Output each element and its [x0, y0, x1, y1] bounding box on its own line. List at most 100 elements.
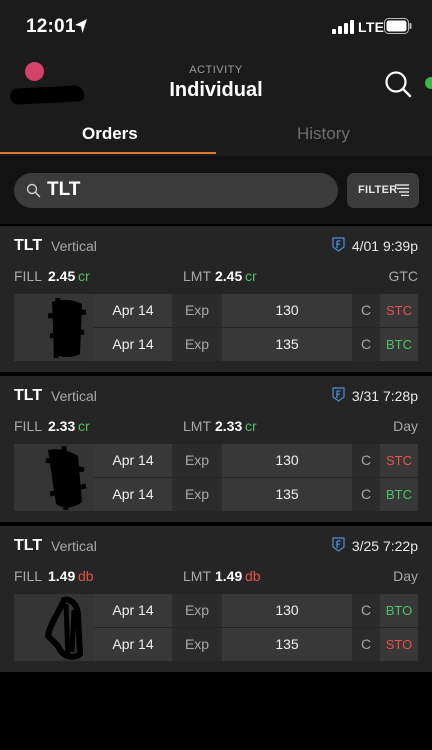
- fill-label: FILL: [14, 568, 43, 584]
- redaction-scribble: [44, 596, 84, 660]
- leg-strike: 130: [222, 444, 352, 477]
- limit-label: LMT: [183, 268, 211, 284]
- leg-exp-label: Exp: [172, 628, 222, 661]
- battery-icon: [384, 18, 412, 34]
- fill-price-type: cr: [78, 418, 90, 434]
- order-datetime: 4/01 9:39p: [351, 238, 418, 254]
- limit-label: LMT: [183, 568, 211, 584]
- leg-strike: 135: [222, 478, 352, 511]
- order-symbol: TLT: [14, 537, 43, 554]
- location-arrow-icon: [75, 19, 87, 33]
- time-in-force: Day: [393, 568, 418, 584]
- page-eyebrow: ACTIVITY: [189, 64, 243, 76]
- leg-exp-label: Exp: [172, 328, 222, 361]
- leg-row: Apr 14 Exp 135 C BTC: [94, 478, 418, 511]
- order-symbol: TLT: [14, 387, 43, 404]
- leg-option-type: C: [352, 294, 380, 327]
- search-field-icon: [26, 183, 41, 198]
- account-title[interactable]: Individual: [0, 79, 432, 102]
- limit-label: LMT: [183, 418, 211, 434]
- leg-action: BTC: [380, 478, 418, 511]
- order-card[interactable]: TLT Vertical 4/01 9:39p FILL 2.45 cr LMT…: [0, 226, 432, 372]
- leg-option-type: C: [352, 328, 380, 361]
- leg-action: STC: [380, 444, 418, 477]
- legs-quantity-cell: [14, 444, 94, 511]
- limit-price-type: db: [245, 568, 261, 584]
- network-type: LTE: [358, 19, 385, 35]
- filter-lines-icon: [395, 184, 409, 196]
- fill-price-type: cr: [78, 268, 90, 284]
- filter-button[interactable]: FILTER: [347, 173, 419, 208]
- leg-strike: 130: [222, 294, 352, 327]
- filled-badge-icon: [332, 537, 345, 552]
- leg-option-type: C: [352, 628, 380, 661]
- time-in-force: GTC: [388, 268, 418, 284]
- limit-price-type: cr: [245, 268, 257, 284]
- fill-label: FILL: [14, 268, 43, 284]
- order-strategy: Vertical: [51, 238, 97, 254]
- leg-action: STC: [380, 294, 418, 327]
- search-icon[interactable]: [384, 70, 412, 98]
- search-bar-row: TLT FILTER: [0, 156, 432, 224]
- time-in-force: Day: [393, 418, 418, 434]
- search-input[interactable]: TLT: [14, 173, 338, 208]
- fill-price: 1.49: [48, 568, 76, 584]
- leg-action: BTC: [380, 328, 418, 361]
- legs-quantity-cell: [14, 294, 94, 361]
- order-card[interactable]: TLT Vertical 3/25 7:22p FILL 1.49 db LMT…: [0, 526, 432, 672]
- leg-row: Apr 14 Exp 135 C BTC: [94, 328, 418, 361]
- order-card[interactable]: TLT Vertical 3/31 7:28p FILL 2.33 cr LMT…: [0, 376, 432, 522]
- search-query[interactable]: TLT: [47, 179, 80, 201]
- leg-exp-label: Exp: [172, 294, 222, 327]
- app-header: 12:01 LTE ACTIVITY Individual Orders His…: [0, 0, 432, 156]
- leg-row: Apr 14 Exp 130 C STC: [94, 444, 418, 477]
- order-datetime: 3/25 7:22p: [351, 538, 418, 554]
- limit-price: 2.45: [215, 268, 243, 284]
- leg-option-type: C: [352, 444, 380, 477]
- leg-action: BTO: [380, 594, 418, 627]
- tab-orders[interactable]: Orders: [82, 124, 138, 144]
- order-strategy: Vertical: [51, 538, 97, 554]
- order-strategy: Vertical: [51, 388, 97, 404]
- fill-price-type: db: [78, 568, 94, 584]
- leg-row: Apr 14 Exp 130 C BTO: [94, 594, 418, 627]
- fill-label: FILL: [14, 418, 43, 434]
- active-tab-indicator: [0, 152, 216, 154]
- leg-row: Apr 14 Exp 135 C STO: [94, 628, 418, 661]
- order-legs: Apr 14 Exp 130 C BTO Apr 14 Exp 135 C ST…: [14, 594, 418, 661]
- leg-action: STO: [380, 628, 418, 661]
- legs-quantity-cell: [14, 594, 94, 661]
- fill-price: 2.45: [48, 268, 76, 284]
- leg-expiration-date: Apr 14: [94, 294, 172, 327]
- leg-row: Apr 14 Exp 130 C STC: [94, 294, 418, 327]
- order-legs: Apr 14 Exp 130 C STC Apr 14 Exp 135 C BT…: [14, 294, 418, 361]
- limit-price: 2.33: [215, 418, 243, 434]
- redaction-scribble: [47, 297, 87, 359]
- limit-price: 1.49: [215, 568, 243, 584]
- status-time: 12:01: [26, 16, 76, 37]
- filled-badge-icon: [332, 387, 345, 402]
- leg-exp-label: Exp: [172, 444, 222, 477]
- empty-list-area: [0, 672, 432, 750]
- order-symbol: TLT: [14, 237, 43, 254]
- leg-expiration-date: Apr 14: [94, 328, 172, 361]
- leg-strike: 130: [222, 594, 352, 627]
- connection-status-dot: [425, 77, 432, 89]
- leg-expiration-date: Apr 14: [94, 478, 172, 511]
- order-datetime: 3/31 7:28p: [351, 388, 418, 404]
- tab-history[interactable]: History: [297, 124, 350, 144]
- fill-price: 2.33: [48, 418, 76, 434]
- leg-option-type: C: [352, 594, 380, 627]
- leg-exp-label: Exp: [172, 478, 222, 511]
- leg-expiration-date: Apr 14: [94, 444, 172, 477]
- leg-option-type: C: [352, 478, 380, 511]
- redaction-scribble: [45, 446, 87, 510]
- filter-label: FILTER: [358, 184, 398, 196]
- leg-exp-label: Exp: [172, 594, 222, 627]
- limit-price-type: cr: [245, 418, 257, 434]
- signal-bars-icon: [332, 20, 354, 34]
- leg-strike: 135: [222, 328, 352, 361]
- filled-badge-icon: [332, 237, 345, 252]
- order-legs: Apr 14 Exp 130 C STC Apr 14 Exp 135 C BT…: [14, 444, 418, 511]
- leg-expiration-date: Apr 14: [94, 594, 172, 627]
